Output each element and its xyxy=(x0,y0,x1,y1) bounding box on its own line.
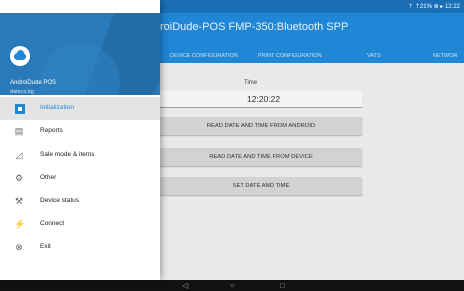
drawer-item-device-status[interactable]: ⚒ Device status xyxy=(0,190,160,213)
drawer-item-other[interactable]: ⚙ Other xyxy=(0,167,160,190)
drawer-item-label: Initialization xyxy=(40,104,74,111)
time-value[interactable]: 12:20:22 xyxy=(247,94,280,104)
time-label: Time xyxy=(244,80,258,86)
tab-vats[interactable]: VATS xyxy=(367,53,381,59)
back-icon[interactable]: ◁ xyxy=(182,280,188,291)
wrench-icon: ⚒ xyxy=(14,196,24,206)
drawer-item-label: Exit xyxy=(40,243,51,250)
plug-icon: ⚡ xyxy=(14,219,26,229)
drawer-item-label: Connect xyxy=(40,220,65,227)
initialization-icon xyxy=(15,104,25,114)
set-date-time-button[interactable]: SET DATE AND TIME xyxy=(160,177,362,195)
drawer-header: AndroiDude POS datecs.bg xyxy=(0,13,160,95)
screen: ▴ ▸ ⇡ ⇡ ⇡21% ⊕ ▸ 12:22 roiDude-POS FMP-3… xyxy=(0,0,464,291)
drawer-item-label: Other xyxy=(40,174,57,181)
drawer-item-label: Device status xyxy=(40,197,80,204)
tab-network[interactable]: NETWOR xyxy=(433,53,457,59)
gears-icon: ⚙ xyxy=(14,173,24,183)
close-circle-icon: ⊗ xyxy=(15,242,23,252)
drawer-item-reports[interactable]: ▤ Reports xyxy=(0,120,160,143)
app-logo-avatar xyxy=(10,46,30,66)
drawer-item-sale-mode[interactable]: ◿ Sale mode & items xyxy=(0,144,160,167)
read-time-from-device-button[interactable]: READ DATE AND TIME FROM DEVICE xyxy=(160,148,362,166)
drawer-app-name: AndroiDude POS xyxy=(10,80,57,86)
recents-icon[interactable]: □ xyxy=(280,280,285,291)
drawer-item-label: Sale mode & items xyxy=(40,151,95,158)
navigation-drawer: AndroiDude POS datecs.bg Initialization … xyxy=(0,0,160,280)
drawer-item-connect[interactable]: ⚡ Connect xyxy=(0,213,160,236)
drawer-item-exit[interactable]: ⊗ Exit xyxy=(0,236,160,259)
tab-device-configuration[interactable]: DEVICE CONFIGURATION xyxy=(170,53,238,59)
cart-icon: ◿ xyxy=(15,150,23,160)
drawer-subtitle: datecs.bg xyxy=(10,89,34,95)
system-nav-bar: ◁ ○ □ xyxy=(0,280,464,291)
cloud-icon xyxy=(14,50,26,60)
read-time-from-android-button[interactable]: READ DATE AND TIME FROM ANDROID xyxy=(160,117,362,135)
home-icon[interactable]: ○ xyxy=(230,280,235,291)
status-right-info: ⇡ ⇡21% ⊕ ▸ 12:22 xyxy=(408,4,460,10)
drawer-item-label: Reports xyxy=(40,127,63,134)
drawer-item-initialization[interactable]: Initialization xyxy=(0,97,160,120)
reports-icon: ▤ xyxy=(14,126,24,136)
tab-print-configuration[interactable]: PRINT CONFIGURATION xyxy=(258,53,322,59)
app-title: roiDude-POS FMP-350:Bluetooth SPP xyxy=(160,21,349,33)
